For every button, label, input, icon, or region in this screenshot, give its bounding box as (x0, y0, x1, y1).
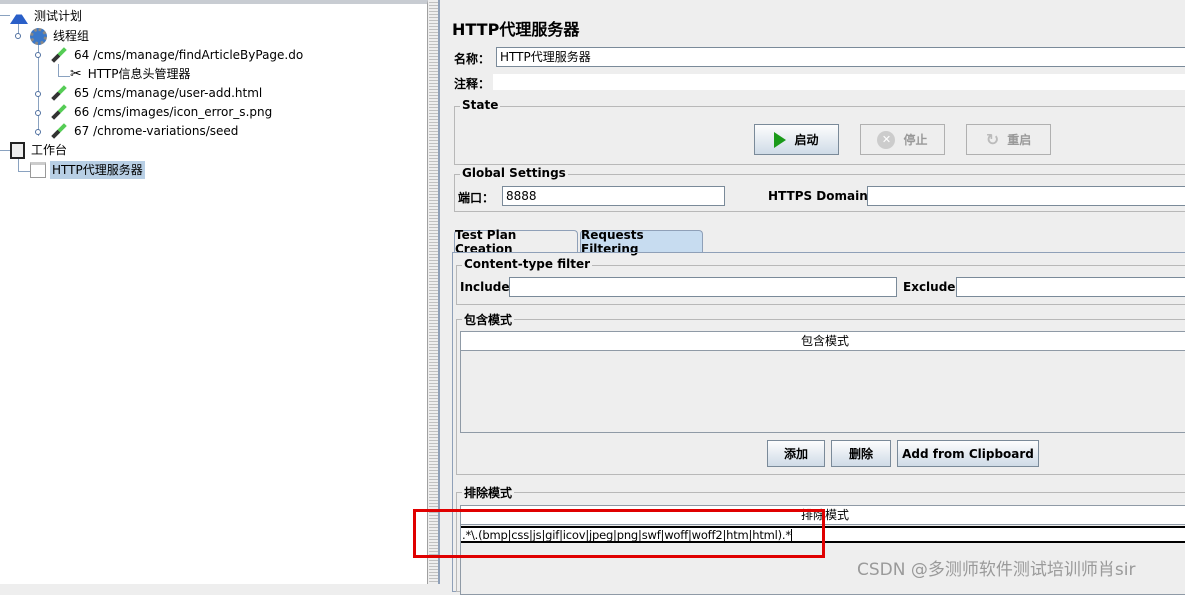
name-label: 名称： (454, 52, 491, 66)
tree-node-label: HTTP信息头管理器 (87, 67, 191, 81)
include-patterns-label: 包含模式 (462, 311, 515, 328)
include-patterns-table[interactable]: 包含模式 (460, 331, 1185, 433)
delete-button[interactable]: 删除 (831, 440, 891, 467)
sampler-pipette-icon (51, 47, 67, 63)
tab-requests-filtering[interactable]: Requests Filtering (580, 228, 703, 256)
comment-input[interactable] (492, 73, 1185, 91)
exclude-input[interactable] (956, 277, 1185, 297)
restart-button-label: 重启 (1007, 133, 1032, 147)
stop-icon: ✕ (877, 130, 896, 149)
https-domains-input[interactable] (867, 186, 1185, 206)
red-annotation-box (413, 509, 825, 558)
test-plan-flask-icon (10, 8, 28, 24)
start-button[interactable]: 启动 (754, 124, 839, 155)
split-pane-divider[interactable] (429, 0, 440, 584)
tree-node-label: 64 /cms/manage/findArticleByPage.do (74, 48, 304, 62)
tree-node-label: 线程组 (53, 29, 90, 43)
tree-node-sampler-66[interactable]: 66 /cms/images/icon_error_s.png (50, 103, 274, 121)
content-type-filter-label: Content-type filter (462, 257, 592, 271)
tree-node-label: 测试计划 (34, 9, 83, 23)
add-from-clipboard-button[interactable]: Add from Clipboard (897, 440, 1039, 467)
port-label: 端口： (458, 191, 495, 205)
tree-node-header-manager[interactable]: ✂ HTTP信息头管理器 (70, 65, 192, 83)
tree-node-workbench[interactable]: 工作台 (10, 141, 69, 159)
include-input[interactable] (509, 277, 897, 297)
restart-button[interactable]: ↻ 重启 (966, 124, 1051, 155)
thread-group-gear-icon (30, 27, 47, 45)
name-input[interactable]: HTTP代理服务器 (496, 47, 1185, 67)
stop-button-label: 停止 (903, 133, 928, 147)
sampler-pipette-icon (51, 85, 67, 101)
add-button[interactable]: 添加 (767, 440, 825, 467)
tab-test-plan-creation[interactable]: Test Plan Creation (454, 228, 578, 256)
tree-node-thread-group[interactable]: 线程组 (30, 27, 91, 45)
play-icon (774, 131, 787, 148)
tree-node-label: 65 /cms/manage/user-add.html (74, 86, 263, 100)
tree-node-label: 工作台 (31, 143, 68, 157)
exclude-label: Exclude: (903, 280, 961, 294)
tree-node-test-plan[interactable]: 测试计划 (10, 7, 84, 25)
global-settings-label: Global Settings (460, 166, 568, 180)
tree-node-sampler-64[interactable]: 64 /cms/manage/findArticleByPage.do (50, 46, 305, 64)
page-title: HTTP代理服务器 (452, 20, 580, 39)
tree-node-label: HTTP代理服务器 (50, 161, 145, 179)
sampler-pipette-icon (51, 104, 67, 120)
workbench-icon (10, 141, 25, 159)
https-domains-label: HTTPS Domains: (768, 189, 880, 203)
tree-node-sampler-67[interactable]: 67 /chrome-variations/seed (50, 122, 240, 140)
port-input[interactable]: 8888 (502, 186, 725, 206)
start-button-label: 启动 (794, 133, 819, 147)
state-group-label: State (460, 98, 501, 112)
exclude-patterns-label: 排除模式 (462, 484, 515, 501)
comment-label: 注释： (454, 77, 491, 91)
proxy-server-icon (30, 162, 46, 178)
tree-node-label: 66 /cms/images/icon_error_s.png (74, 105, 273, 119)
include-label: Include: (460, 280, 515, 294)
include-patterns-column-header[interactable]: 包含模式 (461, 332, 1185, 351)
tree-node-sampler-65[interactable]: 65 /cms/manage/user-add.html (50, 84, 264, 102)
test-plan-tree[interactable]: 测试计划 线程组 64 /cms/manage/findArticleByPag… (0, 0, 428, 584)
restart-icon: ↻ (985, 130, 1000, 149)
stop-button[interactable]: ✕ 停止 (860, 124, 945, 155)
watermark: CSDN @多测师软件测试培训师肖sir (857, 560, 1136, 580)
sampler-pipette-icon (51, 123, 67, 139)
tree-node-label: 67 /chrome-variations/seed (74, 124, 239, 138)
tree-node-proxy-server[interactable]: HTTP代理服务器 (30, 161, 145, 179)
header-manager-tools-icon: ✂ (70, 66, 82, 82)
